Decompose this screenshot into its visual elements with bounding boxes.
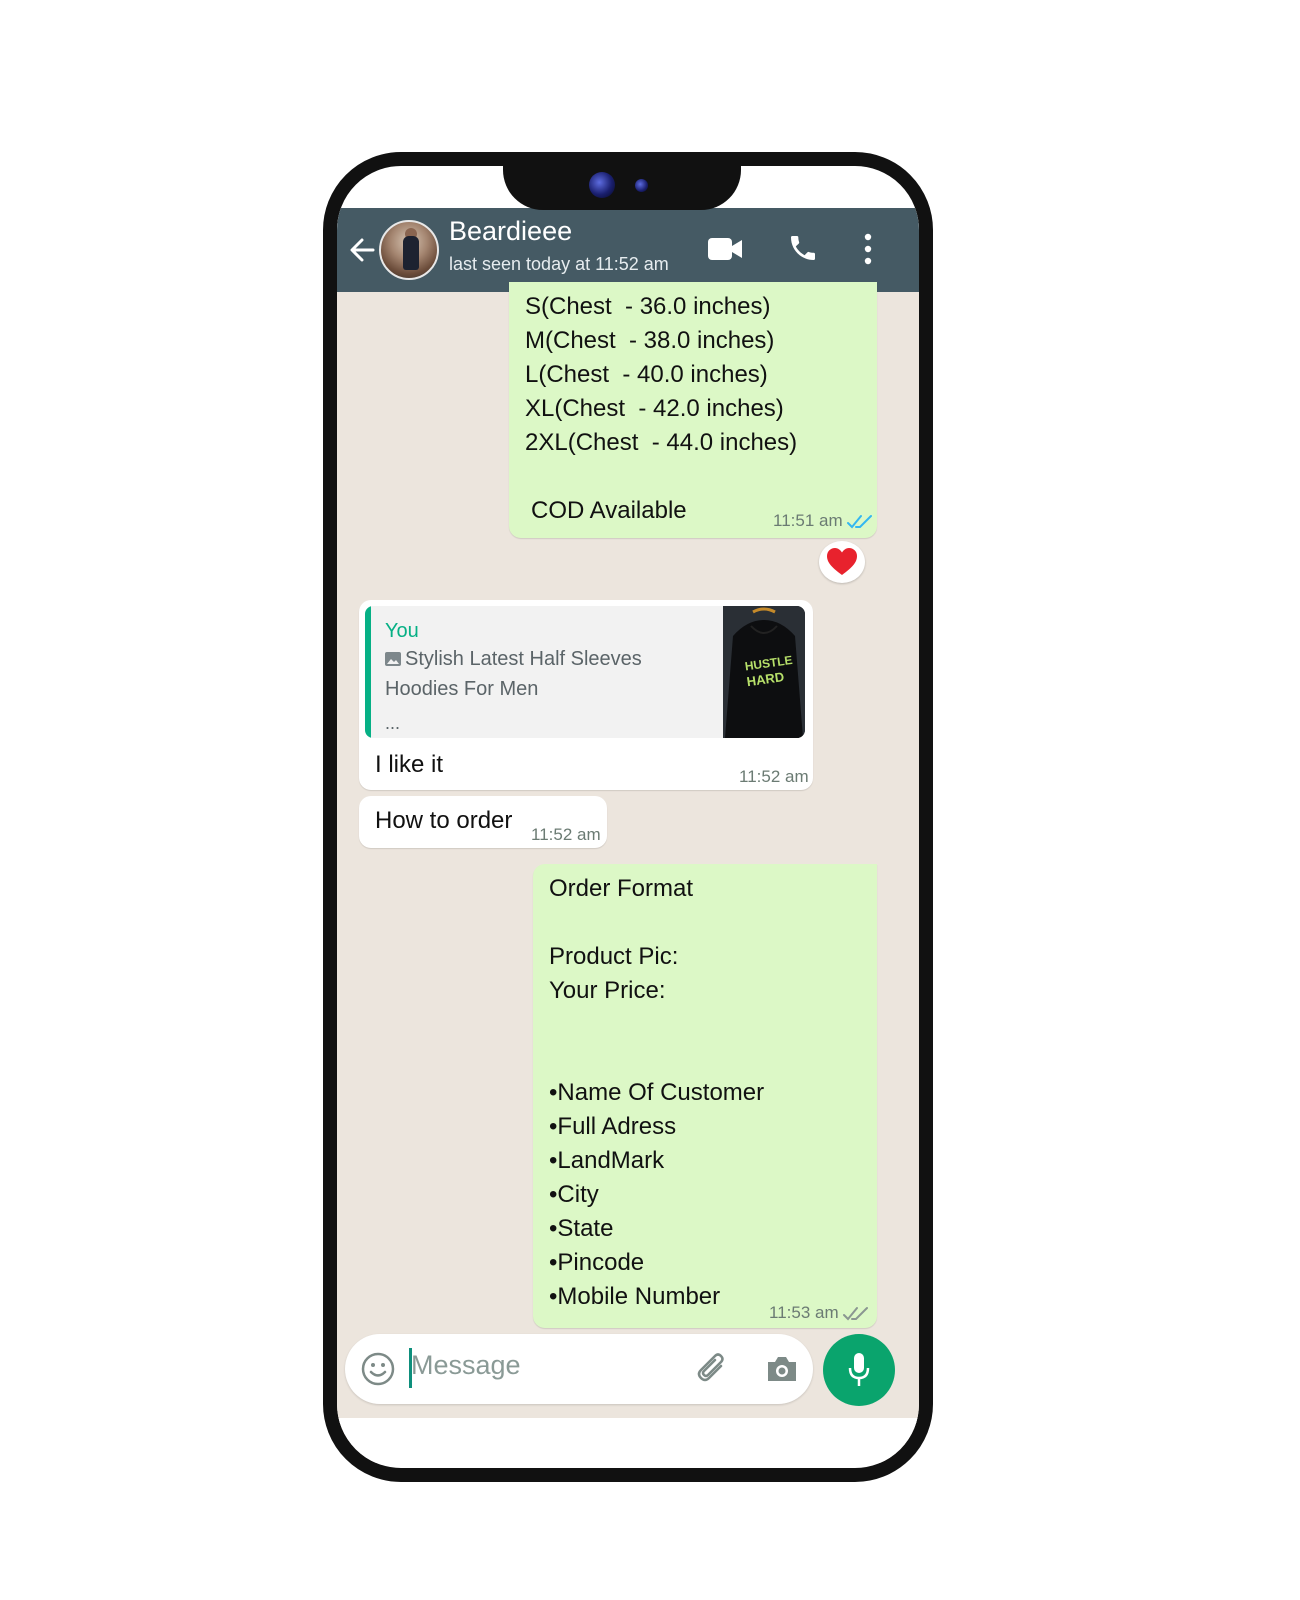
emoji-icon[interactable] xyxy=(361,1352,395,1386)
how-to-order-message[interactable]: How to order 11:52 am xyxy=(359,796,607,848)
message-time: 11:51 am xyxy=(773,504,873,538)
hoodie-thumbnail: HUSTLE HARD xyxy=(723,606,805,738)
message-time: 11:52 am xyxy=(739,767,809,786)
message-time: 11:52 am xyxy=(531,825,601,844)
front-camera-icon xyxy=(589,172,615,198)
contact-avatar[interactable] xyxy=(379,220,439,280)
message-line xyxy=(549,906,877,940)
message-line: Order Format xyxy=(549,875,694,902)
sizes-message[interactable]: S(Chest - 36.0 inches) M(Chest - 38.0 in… xyxy=(509,282,877,538)
quote-text-content: Stylish Latest Half Sleeves Hoodies For … xyxy=(385,648,642,700)
message-line: M(Chest - 38.0 inches) xyxy=(525,327,775,354)
sensor-icon xyxy=(635,179,648,192)
photo-icon xyxy=(385,652,401,666)
voice-call-icon[interactable] xyxy=(787,232,819,264)
message-line: •State xyxy=(549,1215,614,1242)
message-composer: Message xyxy=(345,1334,813,1404)
message-line: L(Chest - 40.0 inches) xyxy=(525,361,768,388)
microphone-icon xyxy=(848,1353,870,1386)
message-time: 11:53 am xyxy=(769,1296,869,1330)
quote-text: Stylish Latest Half Sleeves Hoodies For … xyxy=(385,644,705,704)
message-line: •LandMark xyxy=(549,1147,665,1174)
message-time-text: 11:53 am xyxy=(769,1303,839,1322)
message-line xyxy=(525,460,877,494)
message-line: •Full Adress xyxy=(549,1113,677,1140)
bottom-edge xyxy=(337,1418,919,1463)
attach-icon[interactable] xyxy=(695,1352,731,1388)
message-line: •Pincode xyxy=(549,1249,645,1276)
quote-ellipsis: ... xyxy=(385,713,401,733)
more-options-icon[interactable] xyxy=(863,232,873,266)
message-input[interactable]: Message xyxy=(411,1350,521,1381)
chat-header: Beardieee last seen today at 11:52 am xyxy=(337,208,919,292)
message-time-text: 11:51 am xyxy=(773,511,843,530)
message-line: 2XL(Chest - 44.0 inches) xyxy=(525,429,798,456)
read-ticks-icon xyxy=(846,514,872,529)
reply-text: I like it xyxy=(375,751,444,778)
camera-notch xyxy=(503,166,741,210)
contact-name[interactable]: Beardieee xyxy=(449,216,572,247)
heart-reaction[interactable] xyxy=(819,541,865,583)
message-line: •Name Of Customer xyxy=(549,1079,765,1106)
hoodie-image: HUSTLE HARD xyxy=(723,606,805,738)
chat-screen: Beardieee last seen today at 11:52 am S(… xyxy=(337,208,919,1463)
heart-icon xyxy=(827,548,857,575)
message-line xyxy=(549,1042,877,1076)
message-text: How to order xyxy=(375,807,513,834)
message-line: Product Pic: xyxy=(549,943,679,970)
delivered-ticks-icon xyxy=(842,1306,868,1321)
quote-accent-bar xyxy=(365,606,371,738)
message-line: •City xyxy=(549,1181,599,1208)
video-call-icon[interactable] xyxy=(707,236,743,262)
order-format-message[interactable]: Order Format Product Pic: Your Price: •N… xyxy=(533,864,877,1328)
quote-author: You xyxy=(385,620,419,642)
message-line: XL(Chest - 42.0 inches) xyxy=(525,395,784,422)
quoted-message[interactable]: You Stylish Latest Half Sleeves Hoodies … xyxy=(365,606,805,738)
phone-frame: Beardieee last seen today at 11:52 am S(… xyxy=(323,152,933,1482)
message-line xyxy=(549,1008,877,1042)
avatar-figure xyxy=(403,236,419,270)
message-line: S(Chest - 36.0 inches) xyxy=(525,293,771,320)
reply-message[interactable]: You Stylish Latest Half Sleeves Hoodies … xyxy=(359,600,813,790)
back-arrow-icon[interactable] xyxy=(347,230,377,270)
last-seen-status: last seen today at 11:52 am xyxy=(449,254,669,274)
message-line: Your Price: xyxy=(549,977,666,1004)
voice-message-button[interactable] xyxy=(823,1334,895,1406)
camera-icon[interactable] xyxy=(765,1354,799,1384)
